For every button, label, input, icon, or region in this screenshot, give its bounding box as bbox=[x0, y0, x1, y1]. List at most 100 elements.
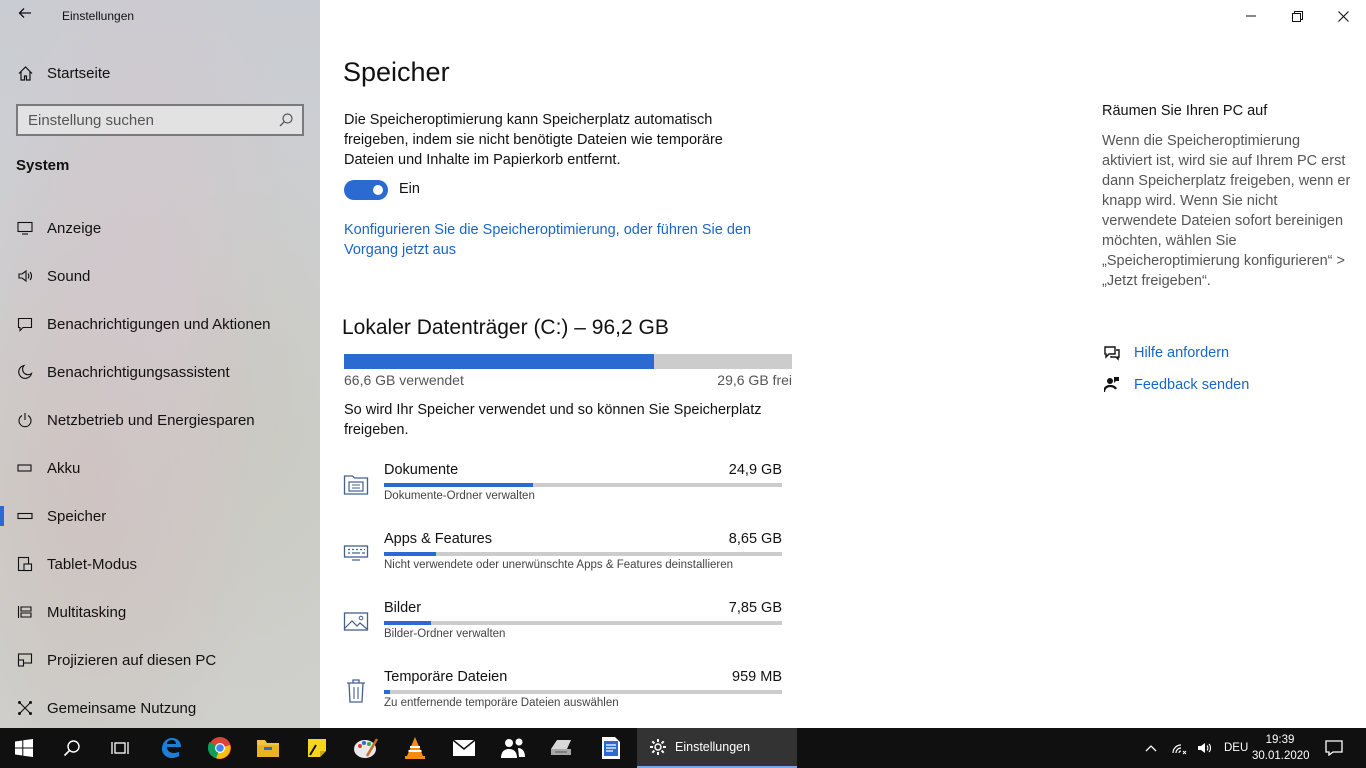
settings-search[interactable] bbox=[16, 104, 304, 136]
category-size: 8,65 GB bbox=[728, 531, 782, 547]
sidebar-item-benachrichtigungen[interactable]: Benachrichtigungen und Aktionen bbox=[0, 300, 320, 348]
configure-storage-sense-link[interactable]: Konfigurieren Sie die Speicheroptimierun… bbox=[344, 220, 784, 260]
wifi-icon[interactable] bbox=[1166, 741, 1192, 755]
category-bar bbox=[384, 621, 782, 625]
sidebar-item-sound[interactable]: Sound bbox=[0, 252, 320, 300]
task-view-icon[interactable] bbox=[96, 728, 144, 768]
sidebar-home-label: Startseite bbox=[47, 64, 111, 82]
side-panel-heading: Räumen Sie Ihren PC auf bbox=[1102, 103, 1268, 119]
category-size: 959 MB bbox=[732, 669, 782, 685]
power-icon bbox=[16, 411, 34, 429]
sidebar-nav: Anzeige Sound Benachrichtigungen und Akt… bbox=[0, 204, 320, 732]
close-icon[interactable] bbox=[1320, 0, 1366, 32]
sidebar-item-anzeige[interactable]: Anzeige bbox=[0, 204, 320, 252]
chrome-icon[interactable] bbox=[196, 728, 244, 768]
project-icon bbox=[16, 651, 34, 669]
sidebar-item-label: Netzbetrieb und Energiesparen bbox=[47, 411, 255, 429]
category-bar bbox=[384, 483, 782, 487]
sidebar-item-projizieren[interactable]: Projizieren auf diesen PC bbox=[0, 636, 320, 684]
sticky-notes-icon[interactable] bbox=[293, 728, 341, 768]
gear-icon bbox=[649, 738, 667, 756]
feedback-link[interactable]: Feedback senden bbox=[1102, 375, 1249, 395]
sidebar-item-multitasking[interactable]: Multitasking bbox=[0, 588, 320, 636]
clock-date: 30.01.2020 bbox=[1252, 750, 1310, 762]
feedback-link-label: Feedback senden bbox=[1134, 377, 1250, 393]
paint-icon[interactable] bbox=[342, 728, 390, 768]
start-icon[interactable] bbox=[0, 728, 48, 768]
file-explorer-icon[interactable] bbox=[244, 728, 292, 768]
category-bar bbox=[384, 690, 782, 694]
drive-free-label: 29,6 GB frei bbox=[717, 372, 792, 388]
back-arrow-icon[interactable] bbox=[14, 5, 36, 27]
tray-icons: DEU bbox=[1142, 728, 1248, 768]
category-size: 7,85 GB bbox=[728, 600, 782, 616]
documents-folder-icon bbox=[342, 470, 370, 498]
moon-icon bbox=[16, 363, 34, 381]
category-subtitle: Bilder-Ordner verwalten bbox=[384, 628, 506, 640]
sidebar-item-label: Speicher bbox=[47, 507, 107, 525]
search-icon[interactable] bbox=[48, 728, 96, 768]
volume-icon[interactable] bbox=[1194, 741, 1216, 755]
sidebar-item-netzbetrieb[interactable]: Netzbetrieb und Energiesparen bbox=[0, 396, 320, 444]
sidebar-item-gemeinsame-nutzung[interactable]: Gemeinsame Nutzung bbox=[0, 684, 320, 732]
vlc-icon[interactable] bbox=[391, 728, 439, 768]
people-icon[interactable] bbox=[489, 728, 537, 768]
toggle-state-label: Ein bbox=[399, 181, 420, 197]
category-bar-fill bbox=[384, 621, 431, 625]
app-title: Einstellungen bbox=[62, 9, 135, 23]
trash-icon bbox=[342, 677, 370, 705]
language-indicator[interactable]: DEU bbox=[1224, 742, 1248, 754]
minimize-icon[interactable] bbox=[1228, 0, 1274, 32]
clock-time: 19:39 bbox=[1265, 734, 1295, 746]
storage-sense-description: Die Speicheroptimierung kann Speicherpla… bbox=[344, 112, 723, 168]
category-name: Temporäre Dateien bbox=[384, 669, 508, 685]
drive-usage-fill bbox=[344, 354, 655, 369]
taskbar-app-settings[interactable]: Einstellungen bbox=[637, 728, 797, 768]
feedback-person-icon bbox=[1102, 375, 1122, 395]
sidebar-item-benachrichtigungsassistent[interactable]: Benachrichtigungsassistent bbox=[0, 348, 320, 396]
category-subtitle: Nicht verwendete oder unerwünschte Apps … bbox=[384, 559, 734, 571]
category-bar-fill bbox=[384, 690, 390, 694]
speaker-icon bbox=[16, 267, 34, 285]
sidebar-item-tablet-modus[interactable]: Tablet-Modus bbox=[0, 540, 320, 588]
help-chat-icon bbox=[1102, 343, 1122, 363]
storage-sense-toggle[interactable] bbox=[344, 180, 388, 200]
sidebar-item-label: Tablet-Modus bbox=[47, 555, 138, 573]
scanner-icon[interactable] bbox=[538, 728, 586, 768]
category-bar-fill bbox=[384, 552, 436, 556]
category-subtitle: Zu entfernende temporäre Dateien auswähl… bbox=[384, 697, 619, 709]
chevron-up-icon[interactable] bbox=[1142, 744, 1160, 752]
category-temporaere-dateien[interactable]: Temporäre Dateien 959 MB Zu entfernende … bbox=[342, 669, 782, 731]
edge-icon[interactable] bbox=[147, 728, 195, 768]
clock[interactable]: 19:39 30.01.2020 bbox=[1252, 732, 1310, 764]
mail-icon[interactable] bbox=[440, 728, 488, 768]
sidebar-item-speicher[interactable]: Speicher bbox=[0, 492, 320, 540]
restore-icon[interactable] bbox=[1274, 0, 1320, 32]
sidebar-home[interactable]: Startseite bbox=[0, 56, 320, 90]
document-icon[interactable] bbox=[587, 728, 635, 768]
category-apps-features[interactable]: Apps & Features 8,65 GB Nicht verwendete… bbox=[342, 531, 782, 593]
drive-title: Lokaler Datenträger (C:) – 96,2 GB bbox=[342, 316, 669, 339]
window-controls bbox=[1228, 0, 1366, 32]
search-input[interactable] bbox=[18, 111, 268, 129]
image-icon bbox=[342, 608, 370, 636]
search-icon[interactable] bbox=[278, 112, 294, 128]
category-dokumente[interactable]: Dokumente 24,9 GB Dokumente-Ordner verwa… bbox=[342, 462, 782, 524]
category-name: Apps & Features bbox=[384, 531, 492, 547]
help-link[interactable]: Hilfe anfordern bbox=[1102, 343, 1229, 363]
taskbar: Einstellungen DEU 19:39 30.01.2020 bbox=[0, 728, 1366, 768]
sidebar-item-label: Akku bbox=[47, 459, 81, 477]
usage-description: So wird Ihr Speicher verwendet und so kö… bbox=[344, 402, 762, 438]
sidebar-item-akku[interactable]: Akku bbox=[0, 444, 320, 492]
settings-sidebar: Einstellungen Startseite System Anzeige … bbox=[0, 0, 320, 728]
notification-icon bbox=[16, 315, 34, 333]
action-center-icon[interactable] bbox=[1310, 728, 1358, 768]
multitasking-icon bbox=[16, 603, 34, 621]
category-bar bbox=[384, 552, 782, 556]
sidebar-item-label: Projizieren auf diesen PC bbox=[47, 651, 217, 669]
sidebar-item-label: Benachrichtigungsassistent bbox=[47, 363, 230, 381]
display-icon bbox=[16, 219, 34, 237]
sidebar-item-label: Benachrichtigungen und Aktionen bbox=[47, 315, 271, 333]
category-size: 24,9 GB bbox=[728, 462, 782, 478]
category-bilder[interactable]: Bilder 7,85 GB Bilder-Ordner verwalten bbox=[342, 600, 782, 662]
